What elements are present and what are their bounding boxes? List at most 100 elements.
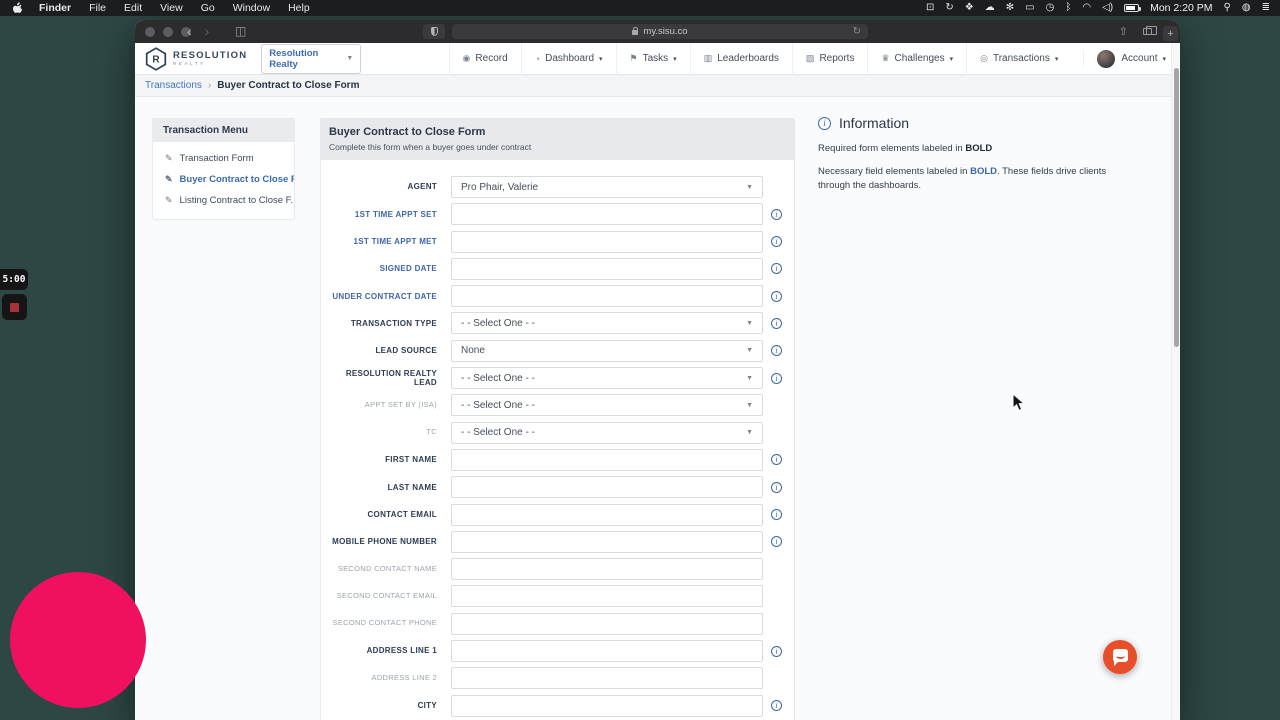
breadcrumb-transactions-link[interactable]: Transactions <box>145 80 202 91</box>
share-icon[interactable]: ⇧ <box>1119 25 1128 38</box>
pencil-icon: ✎ <box>165 153 173 163</box>
form-row: LEAD SOURCE None ▼ i <box>325 339 786 362</box>
menu-bar-item-view[interactable]: View <box>151 2 192 14</box>
forward-button[interactable]: › <box>205 20 210 43</box>
info-icon[interactable]: i <box>771 509 782 521</box>
info-icon[interactable]: i <box>771 700 782 712</box>
menu-bar-item-go[interactable]: Go <box>192 2 224 14</box>
info-icon[interactable]: i <box>771 317 782 329</box>
close-window-button[interactable] <box>145 27 155 37</box>
browser-window: ‹ › ◫ my.sisu.co ↻ ⇧ + R RESOLUTION REAL… <box>135 20 1180 720</box>
chevron-down-icon: ▼ <box>746 347 753 355</box>
first-time-appt-met-input[interactable] <box>451 230 763 253</box>
second-contact-email-input[interactable] <box>451 585 763 608</box>
stop-recording-button[interactable] <box>2 294 27 320</box>
info-icon[interactable]: i <box>771 645 782 657</box>
transaction-menu-item[interactable]: ✎ Listing Contract to Close F... <box>153 190 294 211</box>
team-selector[interactable]: Resolution Realty ▼ <box>261 43 362 74</box>
nav-item-transactions[interactable]: ◎ Transactions ▾ <box>966 42 1071 75</box>
agent-select[interactable]: Pro Phair, Valerie ▼ <box>451 176 763 198</box>
nav-item-leaderboards[interactable]: ▥ Leaderboards <box>689 42 792 75</box>
nav-item-challenges[interactable]: ♛ Challenges ▾ <box>867 42 966 75</box>
address-line-1-input[interactable] <box>451 640 763 663</box>
info-icon[interactable]: i <box>771 236 782 248</box>
menu-bar-clock[interactable]: Mon 2:20 PM <box>1150 2 1212 14</box>
info-icon[interactable]: i <box>771 536 782 548</box>
first-name-input[interactable] <box>451 448 763 471</box>
second-contact-name-input[interactable] <box>451 558 763 581</box>
nav-item-dashboard[interactable]: ◔ Dashboard ▾ <box>520 42 616 75</box>
last-name-input[interactable] <box>451 476 763 499</box>
resolution-realty-logo[interactable]: R RESOLUTION REALTY <box>145 46 247 71</box>
nav-item-record[interactable]: ◉ Record <box>448 42 521 75</box>
second-contact-phone-input[interactable] <box>451 612 763 635</box>
spotlight-icon[interactable]: ⚲ <box>1224 0 1231 16</box>
info-icon[interactable]: i <box>771 372 782 384</box>
back-button[interactable]: ‹ <box>187 20 192 43</box>
transaction-menu-item[interactable]: ✎ Transaction Form <box>153 148 294 169</box>
info-icon[interactable]: i <box>771 481 782 493</box>
apple-icon[interactable] <box>10 2 30 14</box>
resolution-realty-lead-select[interactable]: - - Select One - - ▼ <box>451 367 763 390</box>
reload-icon[interactable]: ↻ <box>853 24 861 39</box>
scrollbar-thumb[interactable] <box>1173 68 1179 347</box>
nav-item-tasks[interactable]: ⚑ Tasks ▾ <box>615 42 690 75</box>
field-label-agent: AGENT <box>407 182 437 192</box>
airplay-icon[interactable]: ▭ <box>1025 0 1034 16</box>
first-time-appt-set-input[interactable] <box>451 203 763 226</box>
menu-bar-item-file[interactable]: File <box>80 2 115 14</box>
dropbox-icon[interactable]: ❖ <box>965 0 974 16</box>
webcam-bubble[interactable] <box>10 572 146 708</box>
cloud-icon[interactable]: ☁ <box>985 0 995 16</box>
address-bar[interactable]: my.sisu.co ↻ <box>452 24 868 39</box>
info-icon[interactable]: i <box>771 454 782 466</box>
siri-icon[interactable]: ◍ <box>1242 0 1251 16</box>
menu-bar-item-window[interactable]: Window <box>224 2 279 14</box>
tc-select[interactable]: - - Select One - - ▼ <box>451 421 763 444</box>
transaction-menu-item[interactable]: ✎ Buyer Contract to Close F... <box>153 169 294 190</box>
account-menu[interactable]: Account ▾ <box>1083 49 1180 68</box>
field-label-second-contact-email: SECOND CONTACT EMAIL <box>336 591 437 601</box>
info-icon[interactable]: i <box>771 263 782 275</box>
menu-bar-item-edit[interactable]: Edit <box>115 2 151 14</box>
page-scrollbar[interactable] <box>1171 43 1180 720</box>
contact-email-input[interactable] <box>451 503 763 526</box>
info-icon[interactable]: i <box>771 345 782 357</box>
address-line-2-input[interactable] <box>451 667 763 690</box>
tab-overview-icon[interactable] <box>1143 26 1157 35</box>
info-icon[interactable]: i <box>771 290 782 302</box>
screen-mirroring-icon[interactable]: ⊡ <box>926 0 934 16</box>
mobile-phone-number-input[interactable] <box>451 530 763 553</box>
chevron-down-icon: ▾ <box>599 55 603 63</box>
new-tab-button[interactable]: + <box>1163 26 1178 41</box>
field-label-appt-set-by-isa: APPT SET BY (ISA) <box>364 400 437 410</box>
nav-label: Dashboard <box>545 53 595 64</box>
select-value: - - Select One - - <box>461 399 535 411</box>
bluetooth-icon[interactable]: ᛒ <box>1065 0 1071 16</box>
menu-bar-item-help[interactable]: Help <box>279 2 319 14</box>
lead-source-select[interactable]: None ▼ <box>451 339 763 362</box>
info-icon[interactable]: i <box>771 208 782 220</box>
volume-icon[interactable]: ◁) <box>1102 0 1113 16</box>
under-contract-date-input[interactable] <box>451 285 763 308</box>
transaction-type-select[interactable]: - - Select One - - ▼ <box>451 312 763 335</box>
control-center-icon[interactable]: ≣ <box>1262 0 1270 16</box>
signed-date-input[interactable] <box>451 257 763 280</box>
menu-bar-item-finder[interactable]: Finder <box>30 2 80 14</box>
city-input[interactable] <box>451 694 763 717</box>
field-label-signed-date: SIGNED DATE <box>379 264 437 274</box>
browser-toolbar: ‹ › ◫ my.sisu.co ↻ ⇧ + <box>135 20 1180 43</box>
settings-icon[interactable]: ✻ <box>1006 0 1014 16</box>
time-machine-icon[interactable]: ◷ <box>1046 0 1055 16</box>
field-label-contact-email: CONTACT EMAIL <box>367 509 437 519</box>
wifi-icon[interactable]: ◠ <box>1082 0 1091 16</box>
form-row: MOBILE PHONE NUMBER i <box>325 530 786 553</box>
minimize-window-button[interactable] <box>163 27 173 37</box>
chat-launcher-button[interactable] <box>1103 640 1137 674</box>
battery-charging-icon[interactable] <box>1124 4 1142 12</box>
sidebar-toggle-icon[interactable]: ◫ <box>235 24 246 38</box>
nav-item-reports[interactable]: ▧ Reports <box>791 42 868 75</box>
update-icon[interactable]: ↻ <box>945 0 953 16</box>
privacy-report-button[interactable] <box>423 24 445 39</box>
appt-set-by-isa-select[interactable]: - - Select One - - ▼ <box>451 394 763 417</box>
